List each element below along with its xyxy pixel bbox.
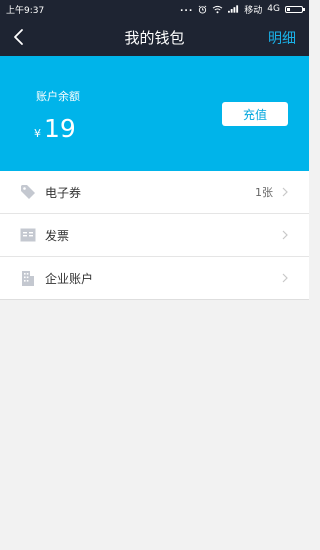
balance-amount: ¥ 19 [34, 114, 76, 143]
menu-item-label: 企业账户 [45, 271, 94, 286]
back-arrow-icon[interactable] [12, 28, 26, 46]
menu-item-enterprise-account[interactable]: 企业账户 [0, 257, 309, 300]
wallet-menu: 电子券 1张 发票 企业账户 [0, 171, 309, 300]
status-indicators: ... 移动 4G [180, 3, 305, 16]
building-icon [20, 270, 36, 286]
nav-bar: 我的钱包 明细 [0, 18, 309, 56]
signal-icon [228, 5, 239, 13]
invoice-icon [20, 227, 36, 243]
page-title: 我的钱包 [124, 28, 185, 47]
recharge-button[interactable]: 充值 [222, 102, 288, 126]
network-type: 4G [267, 4, 280, 14]
status-time: 上午9:37 [6, 5, 45, 16]
tag-icon [20, 184, 36, 200]
battery-icon [285, 5, 305, 13]
chevron-right-icon [282, 230, 288, 240]
menu-item-label: 发票 [45, 228, 70, 243]
status-dots: ... [180, 4, 194, 14]
carrier-label: 移动 [244, 5, 263, 16]
alarm-icon [198, 5, 207, 14]
wifi-icon [212, 5, 223, 13]
coupon-count: 1张 [255, 186, 273, 199]
menu-item-coupons[interactable]: 电子券 1张 [0, 171, 309, 214]
status-bar: 上午9:37 ... 移动 4G [0, 0, 309, 18]
chevron-right-icon [282, 273, 288, 283]
balance-value: 19 [44, 114, 76, 143]
currency-symbol: ¥ [34, 127, 41, 140]
details-link[interactable]: 明细 [268, 28, 296, 48]
chevron-right-icon [282, 187, 288, 197]
menu-item-label: 电子券 [45, 185, 82, 200]
menu-item-invoice[interactable]: 发票 [0, 214, 309, 257]
balance-card: 账户余额 ¥ 19 充值 [0, 56, 309, 171]
balance-label: 账户余额 [36, 90, 80, 103]
